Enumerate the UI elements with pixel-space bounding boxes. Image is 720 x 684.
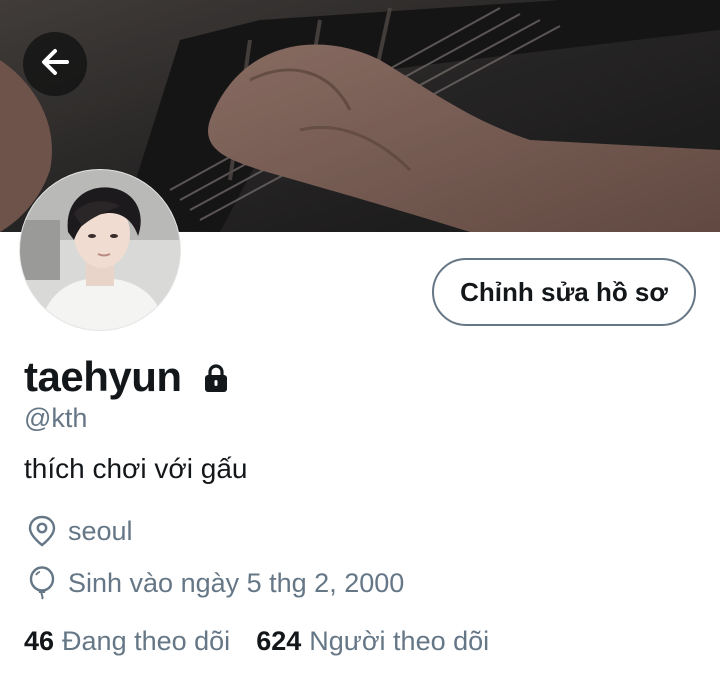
followers-label: Người theo dõi [309, 625, 490, 656]
following-label: Đang theo dõi [62, 625, 231, 656]
display-name: taehyun [24, 353, 182, 400]
arrow-left-icon [37, 44, 73, 85]
balloon-icon [24, 565, 60, 601]
following-count: 46 [24, 625, 55, 656]
followers-link[interactable]: 624 Người theo dõi [256, 626, 489, 657]
location-row: seoul [24, 513, 133, 549]
birthday-text: Sinh vào ngày 5 thg 2, 2000 [68, 567, 405, 598]
birthday-row: Sinh vào ngày 5 thg 2, 2000 [24, 565, 404, 601]
profile-screen: Chỉnh sửa hồ sơ taehyun @kth thích chơi … [0, 0, 720, 684]
user-handle: @kth [24, 403, 88, 433]
back-button[interactable] [23, 32, 87, 96]
avatar[interactable] [20, 170, 180, 330]
location-pin-icon [24, 513, 60, 549]
followers-count: 624 [256, 625, 302, 656]
follow-stats: 46 Đang theo dõi 624 Người theo dõi [24, 623, 489, 659]
bio-text: thích chơi với gấu [24, 453, 248, 484]
name-row: taehyun [24, 352, 232, 402]
edit-profile-button[interactable]: Chỉnh sửa hồ sơ [432, 258, 696, 326]
lock-icon [200, 362, 232, 399]
location-text: seoul [68, 515, 133, 546]
following-link[interactable]: 46 Đang theo dõi [24, 626, 230, 657]
